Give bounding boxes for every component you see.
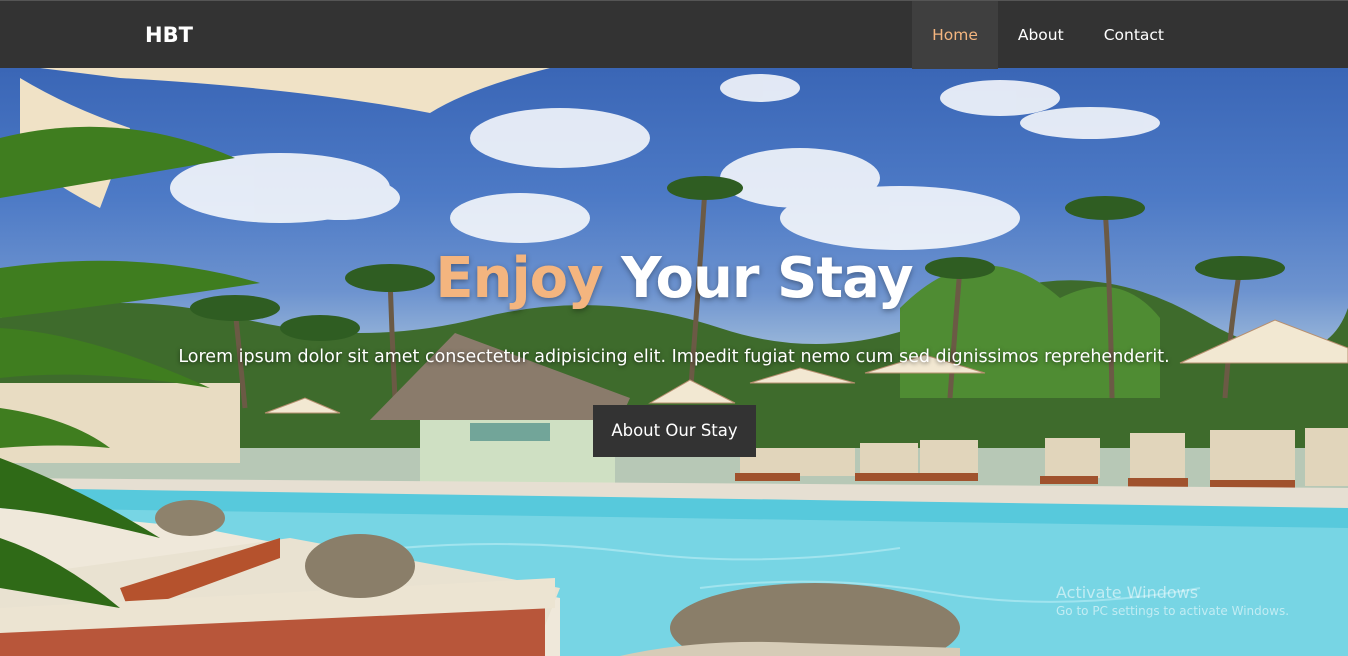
hero-title-accent: Enjoy — [435, 246, 603, 311]
hero-subtitle: Lorem ipsum dolor sit amet consectetur a… — [178, 347, 1170, 367]
brand-logo[interactable]: HBT — [145, 1, 193, 69]
hero-title-rest: Your Stay — [621, 246, 914, 311]
hero-section: Enjoy Your Stay Lorem ipsum dolor sit am… — [0, 68, 1348, 656]
navbar: HBT Home About Contact — [0, 0, 1348, 69]
nav-item-contact[interactable]: Contact — [1084, 1, 1184, 69]
windows-activation-watermark: Activate Windows Go to PC settings to ac… — [1056, 583, 1289, 618]
watermark-line-1: Activate Windows — [1056, 583, 1199, 602]
nav-item-home[interactable]: Home — [912, 1, 998, 69]
nav-menu: Home About Contact — [912, 1, 1184, 69]
watermark-line-2: Go to PC settings to activate Windows. — [1056, 604, 1290, 618]
hero-title: Enjoy Your Stay — [0, 246, 1348, 311]
nav-item-about[interactable]: About — [998, 1, 1084, 69]
about-our-stay-button[interactable]: About Our Stay — [593, 405, 756, 457]
